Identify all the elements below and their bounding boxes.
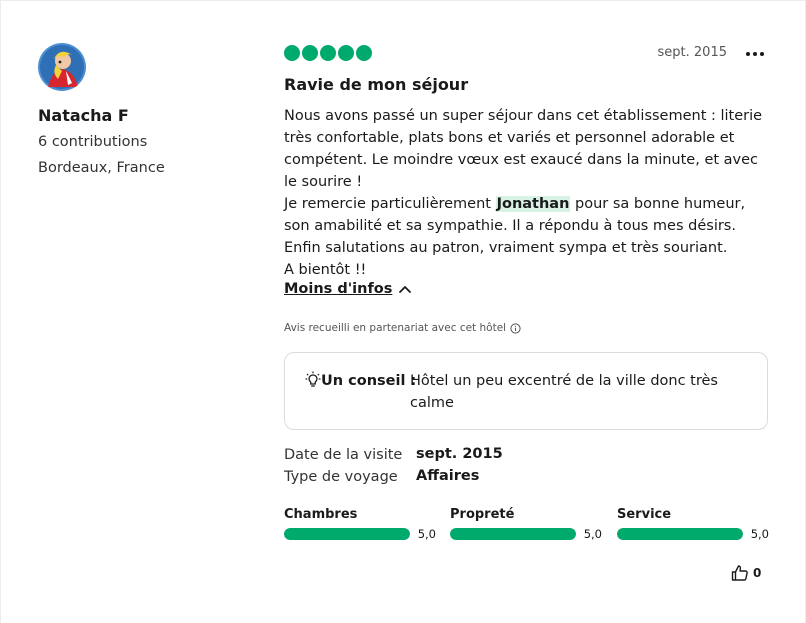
avatar[interactable] — [38, 43, 86, 91]
rating-bubble — [338, 45, 354, 61]
helpful-count: 0 — [753, 566, 762, 580]
bubble-rating — [284, 45, 372, 61]
subrating-bar — [617, 528, 743, 540]
less-info-link[interactable]: Moins d'infos — [284, 281, 412, 297]
more-options-icon[interactable] — [743, 45, 767, 63]
subrating-label: Propreté — [450, 507, 515, 522]
visit-date-value: sept. 2015 — [416, 446, 503, 462]
subrating-bar — [450, 528, 576, 540]
review-paragraph: Je remercie particulièrement Jonathan po… — [284, 193, 774, 237]
subrating-value: 5,0 — [583, 527, 602, 541]
review-paragraph: Nous avons passé un super séjour dans ce… — [284, 108, 763, 190]
subrating-cleanliness: Propreté 5,0 — [450, 507, 602, 541]
info-icon[interactable] — [510, 322, 521, 334]
subrating-service: Service 5,0 — [617, 507, 769, 541]
review-title: Ravie de mon séjour — [284, 75, 469, 94]
subrating-fill — [617, 528, 743, 540]
partner-note-text: Avis recueilli en partenariat avec cet h… — [284, 322, 507, 334]
visit-date-label: Date de la visite — [284, 447, 403, 463]
subrating-value: 5,0 — [417, 527, 436, 541]
subrating-fill — [450, 528, 576, 540]
subrating-bar — [284, 528, 410, 540]
review-card: Natacha F 6 contributions Bordeaux, Fran… — [0, 0, 806, 623]
review-paragraph: Enfin salutations au patron, vraiment sy… — [284, 240, 728, 256]
lightbulb-icon — [305, 371, 321, 387]
highlighted-mention: Jonathan — [495, 196, 571, 212]
reviewer-name[interactable]: Natacha F — [38, 106, 129, 125]
reviewer-location: Bordeaux, France — [38, 160, 165, 176]
tip-box: Un conseil : Hôtel un peu excentré de la… — [284, 352, 768, 430]
trip-type-label: Type de voyage — [284, 469, 398, 485]
subrating-fill — [284, 528, 410, 540]
tip-text: Hôtel un peu excentré de la ville donc t… — [410, 373, 718, 411]
rating-bubble — [356, 45, 372, 61]
rating-bubble — [284, 45, 300, 61]
subrating-value: 5,0 — [750, 527, 769, 541]
reviewer-contributions: 6 contributions — [38, 134, 148, 150]
tip-label: Un conseil : — [321, 373, 417, 389]
thumbs-up-icon — [731, 565, 748, 581]
trip-type-value: Affaires — [416, 468, 480, 484]
chevron-up-icon — [399, 286, 412, 293]
less-info-label: Moins d'infos — [284, 281, 393, 297]
review-text: Nous avons passé un super séjour dans ce… — [284, 105, 774, 281]
rating-bubble — [302, 45, 318, 61]
subrating-label: Chambres — [284, 507, 358, 522]
review-text-segment: Je remercie particulièrement — [284, 196, 496, 212]
helpful-vote-button[interactable]: 0 — [731, 564, 761, 582]
review-date: sept. 2015 — [657, 45, 727, 60]
review-paragraph: A bientôt !! — [284, 262, 367, 278]
subrating-label: Service — [617, 507, 672, 522]
partner-note: Avis recueilli en partenariat avec cet h… — [284, 322, 521, 334]
rating-bubble — [320, 45, 336, 61]
subrating-rooms: Chambres 5,0 — [284, 507, 436, 541]
